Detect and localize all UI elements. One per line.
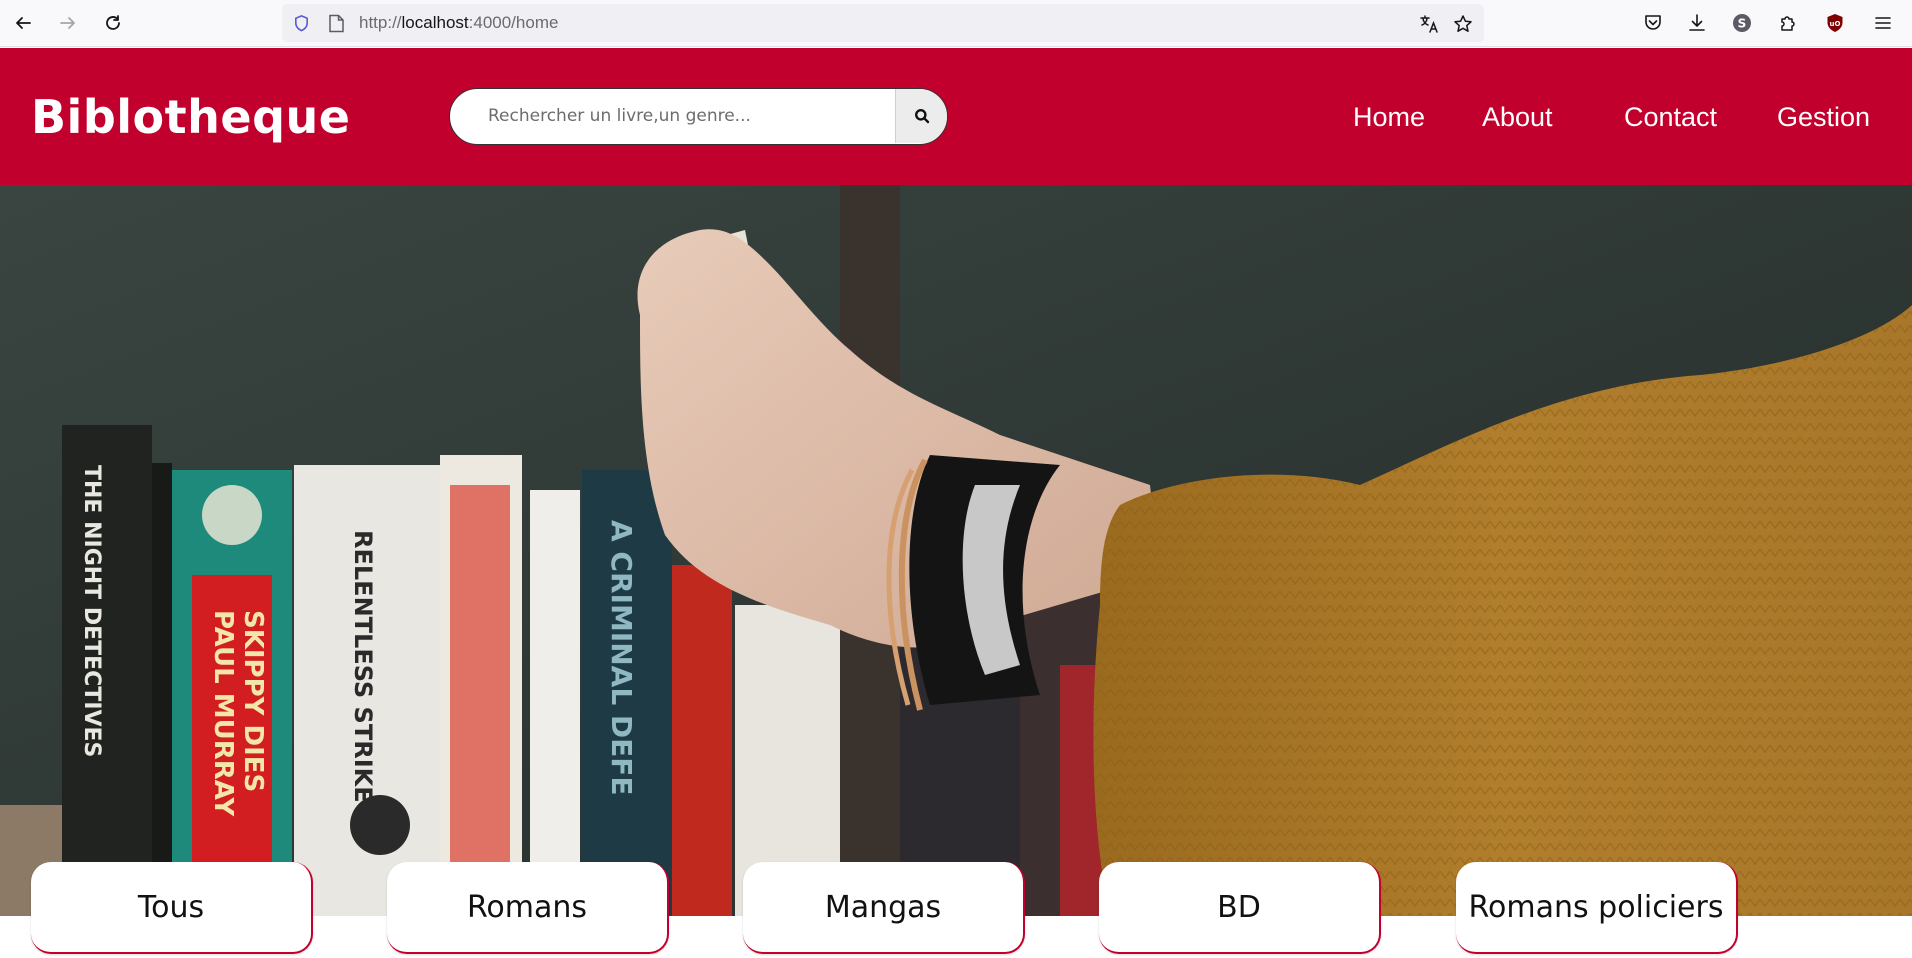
- reload-button[interactable]: [100, 10, 126, 36]
- category-bar: Tous Romans Mangas BD Romans policiers: [0, 862, 1912, 958]
- translate-button[interactable]: [1418, 13, 1440, 35]
- search-form: [449, 88, 948, 145]
- ublock-icon: uO: [1827, 14, 1843, 32]
- search-button[interactable]: [895, 89, 947, 143]
- book-title-1: THE NIGHT DETECTIVES: [79, 465, 104, 757]
- category-mangas[interactable]: Mangas: [743, 862, 1025, 954]
- page-icon[interactable]: [328, 14, 345, 33]
- downloads-button[interactable]: [1685, 11, 1709, 35]
- pocket-icon: [1645, 15, 1661, 30]
- url-host: localhost: [401, 13, 469, 32]
- book-title-4: A CRIMINAL DEFE: [605, 520, 638, 796]
- nav-link-contact[interactable]: Contact: [1624, 102, 1717, 133]
- star-icon: [1454, 15, 1472, 32]
- ublock-button[interactable]: uO: [1823, 11, 1847, 35]
- translate-icon: [1420, 15, 1438, 33]
- nav-link-gestion[interactable]: Gestion: [1777, 102, 1870, 133]
- bookmark-button[interactable]: [1452, 13, 1474, 35]
- back-button[interactable]: [10, 10, 36, 36]
- book-title-2a: PAUL MURRAY: [208, 610, 238, 817]
- main-nav: Home About Contact Gestion: [1212, 102, 1912, 132]
- svg-text:uO: uO: [1830, 20, 1841, 28]
- nav-link-about[interactable]: About: [1482, 102, 1553, 133]
- reload-icon: [106, 15, 120, 30]
- search-icon: [914, 109, 929, 124]
- arrow-right-icon: [60, 17, 75, 29]
- svg-text:S: S: [1738, 17, 1747, 31]
- account-button[interactable]: S: [1730, 11, 1754, 35]
- url-path: :4000/home: [468, 13, 559, 32]
- book-title-2b: SKIPPY DIES: [238, 610, 268, 792]
- pocket-button[interactable]: [1641, 11, 1665, 35]
- search-input[interactable]: [450, 89, 896, 143]
- nav-link-home[interactable]: Home: [1353, 102, 1425, 133]
- category-romans-policiers[interactable]: Romans policiers: [1456, 862, 1738, 954]
- category-romans[interactable]: Romans: [387, 862, 669, 954]
- category-bd[interactable]: BD: [1099, 862, 1381, 954]
- extensions-button[interactable]: [1776, 11, 1800, 35]
- hero-image: THE NIGHT DETECTIVES PAUL MURRAY SKIPPY …: [0, 185, 1912, 916]
- site-header: Biblotheque Home About Contact Gestion: [0, 48, 1912, 185]
- hamburger-menu-icon: [1875, 17, 1891, 29]
- url-text[interactable]: http://localhost:4000/home: [359, 4, 558, 42]
- hero-illustration: THE NIGHT DETECTIVES PAUL MURRAY SKIPPY …: [0, 185, 1912, 916]
- account-icon: S: [1733, 14, 1751, 32]
- forward-button[interactable]: [55, 10, 81, 36]
- url-bar[interactable]: http://localhost:4000/home: [282, 4, 1484, 42]
- menu-button[interactable]: [1871, 11, 1895, 35]
- download-icon: [1689, 14, 1705, 31]
- book-title-3: RELENTLESS STRIKE: [349, 530, 377, 803]
- puzzle-icon: [1781, 16, 1795, 31]
- shield-icon[interactable]: [292, 14, 311, 33]
- url-prefix: http://: [359, 13, 402, 32]
- site-logo[interactable]: Biblotheque: [31, 90, 350, 144]
- category-tous[interactable]: Tous: [31, 862, 313, 954]
- browser-toolbar: http://localhost:4000/home S uO: [0, 0, 1912, 47]
- arrow-left-icon: [16, 17, 31, 29]
